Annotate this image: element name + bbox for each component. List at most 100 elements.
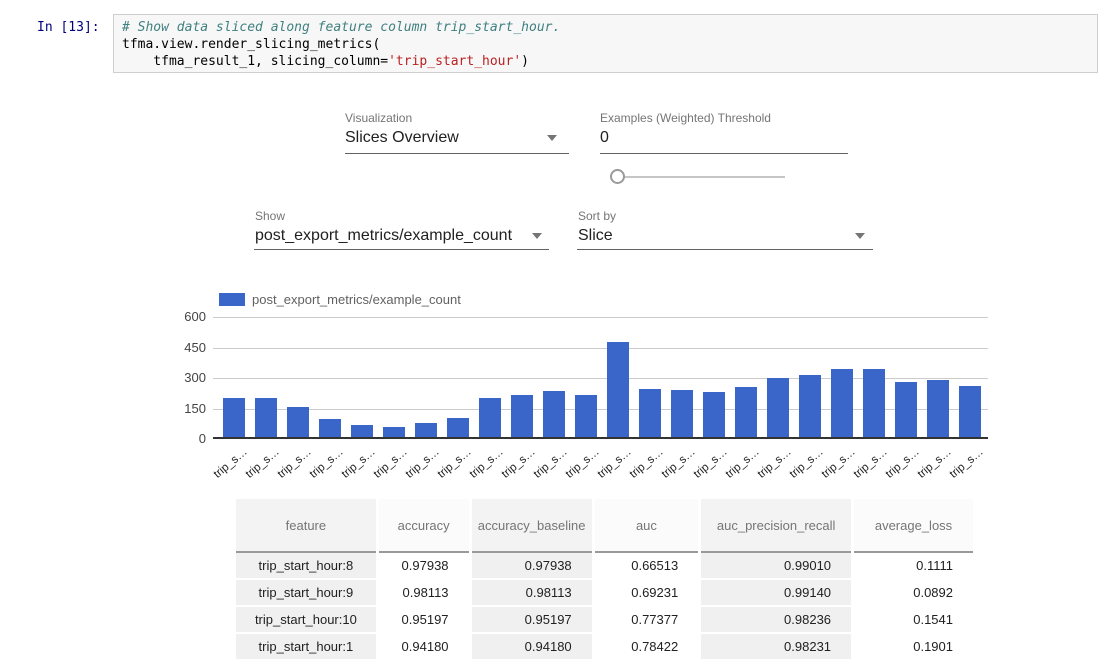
column-header-average_loss[interactable]: average_loss [853, 499, 973, 552]
x-tick-label: trip_s… [877, 446, 921, 486]
show-select[interactable]: post_export_metrics/example_count [255, 227, 512, 245]
cell-execution-prompt: In [13]: [37, 20, 100, 35]
bar-20[interactable] [863, 369, 885, 437]
x-tick-label: trip_s… [621, 446, 665, 486]
gridline [213, 317, 988, 318]
legend-swatch [219, 293, 245, 306]
table-cell: 0.69231 [593, 579, 700, 606]
table-cell: 0.98113 [470, 579, 593, 606]
bar-4[interactable] [351, 425, 373, 437]
table-cell: trip_start_hour:1 [236, 633, 377, 660]
show-label: Show [255, 209, 285, 223]
bar-18[interactable] [799, 375, 821, 437]
sortby-label: Sort by [578, 209, 616, 223]
y-tick-label: 450 [176, 340, 206, 355]
threshold-slider-handle[interactable] [610, 169, 625, 184]
x-tick-label: trip_s… [493, 446, 537, 486]
metrics-table-container: featureaccuracyaccuracy_baselineaucauc_p… [236, 499, 973, 668]
x-tick-label: trip_s… [557, 446, 601, 486]
table-cell: 0.1111 [853, 552, 973, 579]
bar-16[interactable] [735, 387, 757, 437]
sortby-underline [577, 249, 873, 250]
table-header-row: featureaccuracyaccuracy_baselineaucauc_p… [236, 499, 973, 552]
x-tick-label: trip_s… [525, 446, 569, 486]
table-cell: 0.98113 [377, 579, 470, 606]
bar-21[interactable] [895, 382, 917, 437]
x-tick-label: trip_s… [717, 446, 761, 486]
table-cell: 0.98231 [700, 633, 853, 660]
bar-17[interactable] [767, 378, 789, 437]
table-cell: 0.97938 [377, 552, 470, 579]
tfma-notebook-view: In [13]: # Show data sliced along featur… [0, 0, 1111, 668]
bar-6[interactable] [415, 423, 437, 437]
visualization-select[interactable]: Slices Overview [345, 129, 459, 147]
y-tick-label: 300 [176, 370, 206, 385]
bar-19[interactable] [831, 369, 853, 437]
threshold-input[interactable]: 0 [600, 129, 609, 147]
plot-area [213, 317, 988, 439]
table-cell: 0.94180 [377, 633, 470, 660]
x-tick-label: trip_s… [237, 446, 281, 486]
table-cell: 0.98236 [700, 606, 853, 633]
column-header-accuracy[interactable]: accuracy [377, 499, 470, 552]
table-cell: 0.66513 [593, 552, 700, 579]
table-cell: 0.95197 [377, 606, 470, 633]
x-tick-label: trip_s… [365, 446, 409, 486]
table-cell: 0.95197 [470, 606, 593, 633]
table-cell: 0.1901 [853, 633, 973, 660]
bar-11[interactable] [575, 395, 597, 437]
code-line-2: tfma.view.render_slicing_metrics( [122, 36, 1089, 53]
bar-22[interactable] [927, 380, 949, 437]
y-tick-label: 150 [176, 401, 206, 416]
bar-23[interactable] [959, 386, 981, 437]
x-tick-label: trip_s… [397, 446, 441, 486]
table-cell: 0.77377 [593, 606, 700, 633]
x-tick-label: trip_s… [429, 446, 473, 486]
table-cell: trip_start_hour:8 [236, 552, 377, 579]
bar-8[interactable] [479, 398, 501, 437]
table-cell: 0.94180 [470, 633, 593, 660]
x-tick-label: trip_s… [781, 446, 825, 486]
table-cell: 0.99010 [700, 552, 853, 579]
x-tick-label: trip_s… [685, 446, 729, 486]
x-tick-label: trip_s… [749, 446, 793, 486]
column-header-accuracy_baseline[interactable]: accuracy_baseline [470, 499, 593, 552]
bar-2[interactable] [287, 407, 309, 438]
x-tick-label: trip_s… [941, 446, 985, 486]
bar-5[interactable] [383, 427, 405, 437]
code-line-comment: # Show data sliced along feature column … [122, 19, 1089, 36]
bar-0[interactable] [223, 398, 245, 437]
x-tick-label: trip_s… [813, 446, 857, 486]
bar-10[interactable] [543, 391, 565, 437]
sortby-select[interactable]: Slice [578, 227, 613, 245]
bar-9[interactable] [511, 395, 533, 437]
visualization-label: Visualization [345, 111, 412, 125]
column-header-auc[interactable]: auc [593, 499, 700, 552]
bar-3[interactable] [319, 419, 341, 437]
visualization-underline [345, 153, 569, 154]
table-cell: 0.97938 [470, 552, 593, 579]
chevron-down-icon[interactable] [547, 135, 557, 141]
column-header-auc_precision_recall[interactable]: auc_precision_recall [700, 499, 853, 552]
code-line-3: tfma_result_1, slicing_column='trip_star… [122, 53, 1089, 70]
x-tick-label: trip_s… [301, 446, 345, 486]
bar-13[interactable] [639, 389, 661, 437]
x-tick-label: trip_s… [333, 446, 377, 486]
y-tick-label: 600 [176, 309, 206, 324]
bar-1[interactable] [255, 398, 277, 437]
bar-12[interactable] [607, 342, 629, 437]
bar-15[interactable] [703, 392, 725, 437]
x-tick-label: trip_s… [653, 446, 697, 486]
x-tick-label: trip_s… [909, 446, 953, 486]
table-row: trip_start_hour:80.979380.979380.665130.… [236, 552, 973, 579]
chevron-down-icon[interactable] [532, 233, 542, 239]
y-tick-label: 0 [176, 431, 206, 446]
chevron-down-icon[interactable] [855, 233, 865, 239]
bar-14[interactable] [671, 390, 693, 437]
threshold-slider-track[interactable] [611, 176, 785, 178]
code-cell[interactable]: # Show data sliced along feature column … [113, 14, 1098, 73]
x-tick-label: trip_s… [461, 446, 505, 486]
metrics-table: featureaccuracyaccuracy_baselineaucauc_p… [236, 499, 973, 661]
column-header-feature[interactable]: feature [236, 499, 377, 552]
bar-7[interactable] [447, 418, 469, 437]
